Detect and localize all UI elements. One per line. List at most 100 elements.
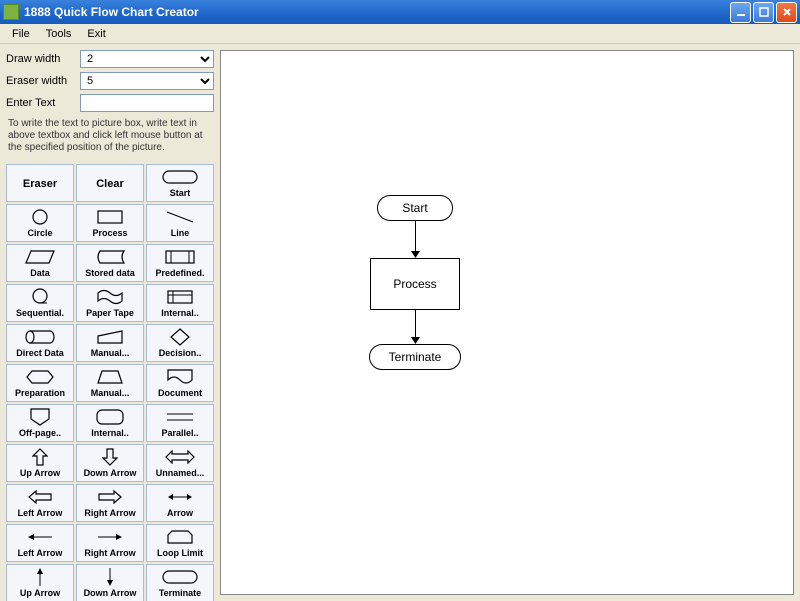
shape-stored-data[interactable]: Stored data	[76, 244, 144, 282]
eraser-width-select[interactable]: 5	[80, 72, 214, 90]
shape-line[interactable]: Line	[146, 204, 214, 242]
shape-label: Internal..	[148, 308, 212, 318]
diamond-icon	[170, 328, 190, 346]
shape-unnamed-[interactable]: Unnamed...	[146, 444, 214, 482]
terminator-icon	[162, 168, 198, 186]
document-icon	[167, 368, 193, 386]
flowchart-terminator[interactable]: Terminate	[369, 344, 461, 370]
draw-width-label: Draw width	[6, 53, 80, 65]
shape-document[interactable]: Document	[146, 364, 214, 402]
main-area: Draw width 2 Eraser width 5 Enter Text T…	[0, 44, 800, 601]
shape-label: Left Arrow	[8, 548, 72, 558]
shape-preparation[interactable]: Preparation	[6, 364, 74, 402]
shape-label: Right Arrow	[78, 508, 142, 518]
shape-label: Document	[148, 388, 212, 398]
shape-label: Circle	[8, 228, 72, 238]
shape-right-arrow[interactable]: Right Arrow	[76, 524, 144, 562]
shape-left-arrow[interactable]: Left Arrow	[6, 484, 74, 522]
shape-direct-data[interactable]: Direct Data	[6, 324, 74, 362]
enter-text-label: Enter Text	[6, 97, 80, 109]
shape-circle[interactable]: Circle	[6, 204, 74, 242]
shape-internal-[interactable]: Internal..	[76, 404, 144, 442]
menu-file[interactable]: File	[4, 26, 38, 42]
eraser-width-label: Eraser width	[6, 75, 80, 87]
canvas[interactable]: Start Process Terminate	[220, 50, 794, 595]
shape-process[interactable]: Process	[76, 204, 144, 242]
shape-label: Sequential.	[8, 308, 72, 318]
draw-width-select[interactable]: 2	[80, 50, 214, 68]
shape-up-arrow[interactable]: Up Arrow	[6, 564, 74, 601]
shape-label: Right Arrow	[78, 548, 142, 558]
shape-label: Paper Tape	[78, 308, 142, 318]
storeddata-icon	[94, 248, 126, 266]
shape-loop-limit[interactable]: Loop Limit	[146, 524, 214, 562]
shape-label: Left Arrow	[8, 508, 72, 518]
shape-label: Line	[148, 228, 212, 238]
flowchart-terminator[interactable]: Start	[377, 195, 453, 221]
leftline-icon	[27, 528, 53, 546]
parallel-icon	[165, 408, 195, 426]
shape-label: Stored data	[78, 268, 142, 278]
minimize-button[interactable]	[730, 2, 751, 23]
shape-manual-[interactable]: Manual...	[76, 364, 144, 402]
leftarrow-icon	[28, 488, 52, 506]
predefined-icon	[165, 248, 195, 266]
downline-icon	[105, 568, 115, 586]
circle-icon	[31, 208, 49, 226]
shape-parallel-[interactable]: Parallel..	[146, 404, 214, 442]
flowchart-process[interactable]: Process	[370, 258, 460, 310]
shape-down-arrow[interactable]: Down Arrow	[76, 564, 144, 601]
shape-label: Unnamed...	[148, 468, 212, 478]
shape-decision-[interactable]: Decision..	[146, 324, 214, 362]
close-button[interactable]	[776, 2, 797, 23]
shape-label: Parallel..	[148, 428, 212, 438]
shape-label: Decision..	[148, 348, 212, 358]
shape-predefined-[interactable]: Predefined.	[146, 244, 214, 282]
internal-icon	[167, 288, 193, 306]
shape-data[interactable]: Data	[6, 244, 74, 282]
shape-label: Predefined.	[148, 268, 212, 278]
looplimit-icon	[167, 528, 193, 546]
hint-text: To write the text to picture box, write …	[8, 118, 212, 154]
lrarrow-icon	[165, 448, 195, 466]
maximize-button[interactable]	[753, 2, 774, 23]
shape-manual-[interactable]: Manual...	[76, 324, 144, 362]
shape-sequential-[interactable]: Sequential.	[6, 284, 74, 322]
app-icon	[3, 4, 19, 20]
shape-paper-tape[interactable]: Paper Tape	[76, 284, 144, 322]
rightline-icon	[97, 528, 123, 546]
enter-text-input[interactable]	[80, 94, 214, 112]
shape-label: Terminate	[148, 588, 212, 598]
shape-label: Clear	[78, 178, 142, 190]
shape-label: Manual...	[78, 388, 142, 398]
shape-off-page-[interactable]: Off-page..	[6, 404, 74, 442]
shape-up-arrow[interactable]: Up Arrow	[6, 444, 74, 482]
shape-start[interactable]: Start	[146, 164, 214, 202]
shape-down-arrow[interactable]: Down Arrow	[76, 444, 144, 482]
shape-terminate[interactable]: Terminate	[146, 564, 214, 601]
titlebar: 1888 Quick Flow Chart Creator	[0, 0, 800, 24]
window-title: 1888 Quick Flow Chart Creator	[24, 5, 730, 19]
menu-exit[interactable]: Exit	[79, 26, 113, 42]
biarrow-icon	[167, 488, 193, 506]
shape-label: Internal..	[78, 428, 142, 438]
shape-left-arrow[interactable]: Left Arrow	[6, 524, 74, 562]
menu-tools[interactable]: Tools	[38, 26, 80, 42]
menubar: File Tools Exit	[0, 24, 800, 44]
flowchart-arrow	[411, 221, 420, 261]
rect-icon	[97, 208, 123, 226]
shape-label: Start	[148, 188, 212, 198]
shape-eraser[interactable]: Eraser	[6, 164, 74, 202]
shape-label: Manual...	[78, 348, 142, 358]
terminator-icon	[162, 568, 198, 586]
shape-internal-[interactable]: Internal..	[146, 284, 214, 322]
shape-right-arrow[interactable]: Right Arrow	[76, 484, 144, 522]
shape-arrow[interactable]: Arrow	[146, 484, 214, 522]
offpage-icon	[30, 408, 50, 426]
hexagon-icon	[26, 368, 54, 386]
shape-clear[interactable]: Clear	[76, 164, 144, 202]
uparrow-icon	[32, 448, 48, 466]
directdata-icon	[25, 328, 55, 346]
shape-label: Direct Data	[8, 348, 72, 358]
shape-label: Down Arrow	[78, 588, 142, 598]
